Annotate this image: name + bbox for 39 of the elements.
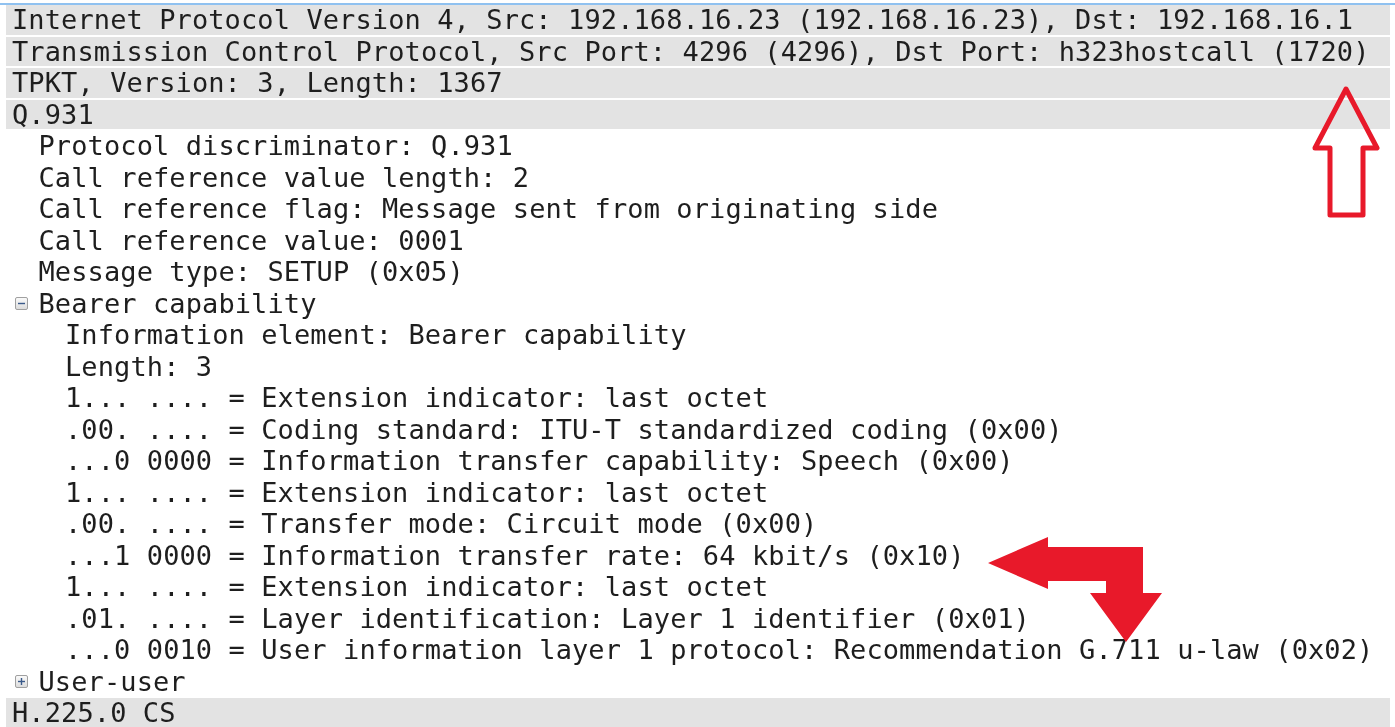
protocol-row[interactable]: Q.931 (6, 99, 1390, 131)
tree-label: Message type: SETUP (0x05) (38, 257, 464, 287)
tree-row[interactable]: Information element: Bearer capability (6, 320, 1390, 352)
tree-label: 1... .... = Extension indicator: last octet (65, 477, 769, 507)
tree-label: Protocol discriminator: Q.931 (38, 131, 513, 161)
tree-label: .01. .... = Layer identification: Layer 1 identifier (0x01) (65, 603, 1030, 633)
tree-label: Length: 3 (65, 351, 213, 381)
tree-label: Call reference value length: 2 (38, 162, 530, 192)
tree-row[interactable]: Protocol discriminator: Q.931 (6, 131, 1390, 163)
tree-label: 1... .... = Extension indicator: last octet (65, 572, 769, 602)
tree-row[interactable]: 1... .... = Extension indicator: last octet (6, 477, 1390, 509)
collapse-icon[interactable] (14, 296, 28, 310)
tree-row[interactable]: Call reference value: 0001 (6, 225, 1390, 257)
tree-row[interactable]: Call reference value length: 2 (6, 162, 1390, 194)
tree-label: Call reference flag: Message sent from originating side (38, 194, 939, 224)
tree-label: 1... .... = Extension indicator: last octet (65, 383, 769, 413)
tree-label: ...0 0000 = Information transfer capability: Speech (0x00) (65, 446, 1014, 476)
protocol-row[interactable]: TPKT, Version: 3, Length: 1367 (6, 68, 1390, 100)
tree-label: ...1 0000 = Information transfer rate: 64 kbit/s (0x10) (65, 540, 965, 570)
tree-label: Q.931 (12, 99, 94, 129)
tree-row[interactable]: .00. .... = Coding standard: ITU-T standardized coding (0x00) (6, 414, 1390, 446)
tree-label: Information element: Bearer capability (65, 320, 687, 350)
tree-row[interactable]: Call reference flag: Message sent from originating side (6, 194, 1390, 226)
tree-label: TPKT, Version: 3, Length: 1367 (12, 68, 503, 98)
tree-label: H.225.0 CS (12, 698, 176, 727)
tree-label: Bearer capability (38, 288, 317, 318)
tree-row[interactable]: .00. .... = Transfer mode: Circuit mode (0x00) (6, 509, 1390, 541)
tree-row[interactable]: 1... .... = Extension indicator: last octet (6, 383, 1390, 415)
up-arrow-icon (1312, 86, 1380, 218)
tree-label: .00. .... = Coding standard: ITU-T standardized coding (0x00) (65, 414, 1063, 444)
tree-label: Call reference value: 0001 (38, 225, 464, 255)
tree-row[interactable]: ...0 0000 = Information transfer capability: Speech (0x00) (6, 446, 1390, 478)
tree-row[interactable]: Bearer capability (6, 288, 1390, 320)
protocol-row[interactable]: H.225.0 CS (6, 698, 1390, 727)
tree-label: User-user (38, 666, 186, 696)
tree-row[interactable]: Length: 3 (6, 351, 1390, 383)
expand-icon[interactable] (14, 674, 28, 688)
tree-row[interactable]: Message type: SETUP (0x05) (6, 257, 1390, 289)
tree-label: .00. .... = Transfer mode: Circuit mode (0x00) (65, 509, 818, 539)
